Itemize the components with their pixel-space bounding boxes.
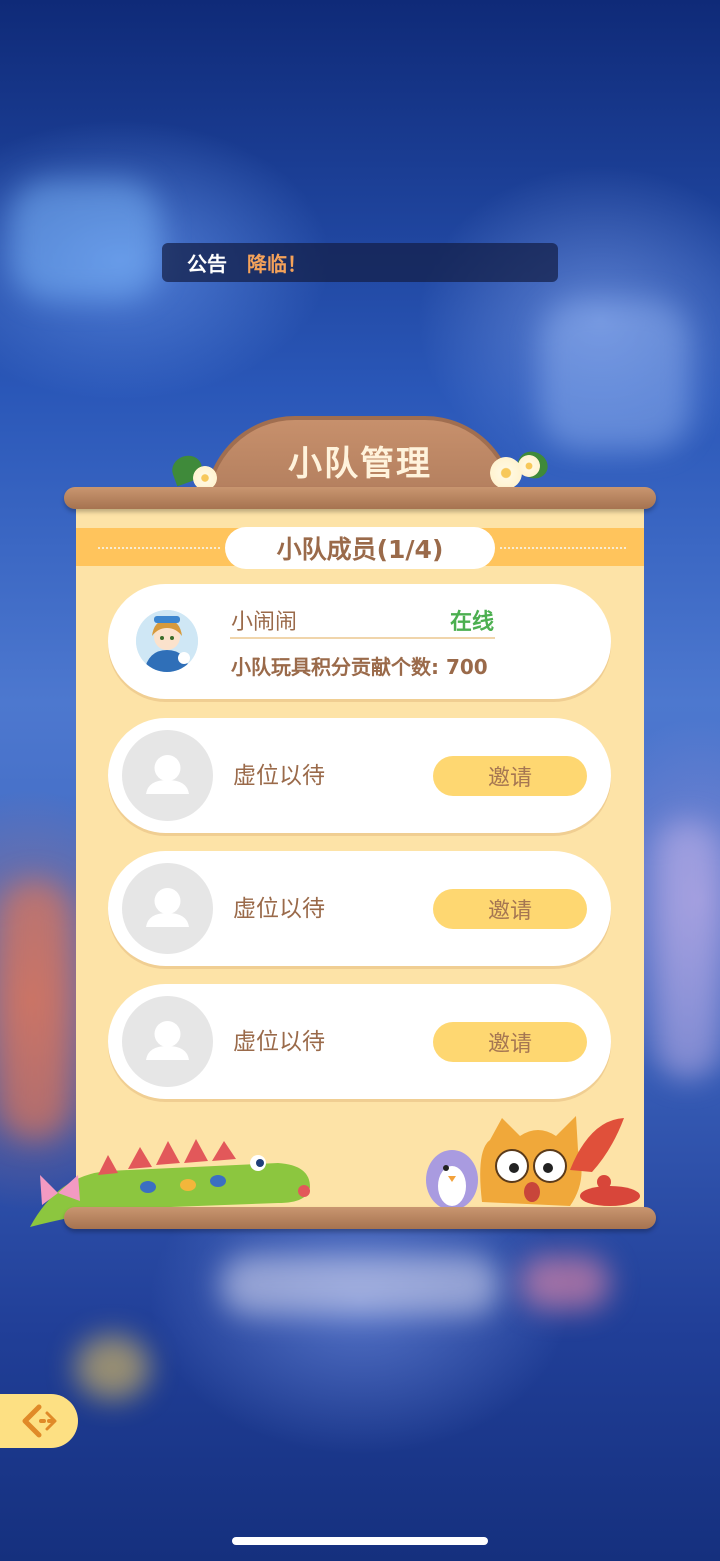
- empty-avatar: [122, 863, 213, 954]
- member-contribution: 小队玩具积分贡献个数: 700: [231, 655, 488, 679]
- top-rod: [64, 487, 656, 509]
- background-blur: [520, 1255, 610, 1310]
- avatar[interactable]: [136, 610, 198, 672]
- empty-avatar: [122, 996, 213, 1087]
- empty-avatar: [122, 730, 213, 821]
- avatar-portrait-icon: [136, 610, 198, 672]
- background-blur: [540, 300, 690, 450]
- background-blur: [75, 1335, 150, 1400]
- person-placeholder-icon: [146, 888, 189, 927]
- member-card[interactable]: 小闹闹 在线 小队玩具积分贡献个数: 700: [108, 584, 611, 699]
- background-blur: [655, 820, 720, 1080]
- empty-slot-card: 虚位以待 邀请: [108, 851, 611, 966]
- divider: [230, 637, 495, 639]
- empty-slot-text: 虚位以待: [233, 896, 325, 922]
- dotted-divider: [98, 547, 220, 549]
- invite-button[interactable]: 邀请: [433, 1022, 587, 1062]
- announcement-text: 降临！: [247, 252, 307, 276]
- home-indicator[interactable]: [232, 1537, 488, 1545]
- cat-and-penguin-toys-icon: [426, 1116, 640, 1210]
- invite-button[interactable]: 邀请: [433, 756, 587, 796]
- background-blur: [220, 1255, 500, 1315]
- empty-slot-card: 虚位以待 邀请: [108, 984, 611, 1099]
- person-placeholder-icon: [146, 1021, 189, 1060]
- flower-decoration-icon: [518, 455, 540, 477]
- empty-slot-text: 虚位以待: [233, 1029, 325, 1055]
- person-placeholder-icon: [146, 755, 189, 794]
- back-arrow-icon: [22, 1404, 57, 1438]
- bottom-rod: [64, 1207, 656, 1229]
- background-blur: [0, 880, 70, 1140]
- background-blur: [10, 180, 160, 300]
- back-button[interactable]: [0, 1394, 78, 1448]
- empty-slot-card: 虚位以待 邀请: [108, 718, 611, 833]
- online-status: 在线: [449, 610, 494, 635]
- dotted-divider: [500, 547, 626, 549]
- announcement-label: 公告: [187, 252, 227, 276]
- members-subtitle: 小队成员(1/4): [225, 527, 495, 569]
- empty-slot-text: 虚位以待: [233, 763, 325, 789]
- invite-button[interactable]: 邀请: [433, 889, 587, 929]
- panel-title: 小队管理: [288, 444, 432, 484]
- announcement-bar: 公告 降临！: [162, 243, 558, 282]
- member-name: 小闹闹: [231, 610, 298, 635]
